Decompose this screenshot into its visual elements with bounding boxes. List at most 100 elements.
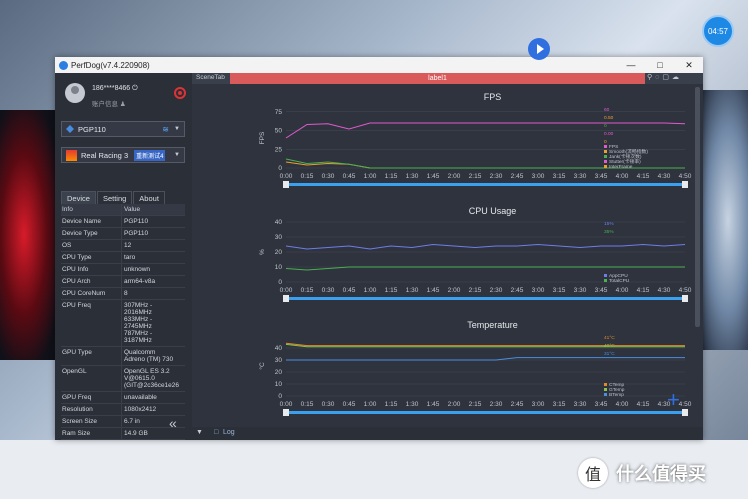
row-value: 12 xyxy=(124,242,132,249)
main-panel: SceneTab label1 ⚲◌▢☁ FPS FPS 0 25 50 75 0:00 0:… xyxy=(192,73,703,440)
x-tick-label: 0:15 xyxy=(301,173,314,180)
folder-icon[interactable]: ▢ xyxy=(662,74,672,81)
row-key: Ram Size xyxy=(61,428,122,439)
log-toggle-icon[interactable]: ▼ xyxy=(196,429,203,436)
x-tick-label: 3:15 xyxy=(553,173,566,180)
log-checkbox[interactable]: □ xyxy=(214,429,218,436)
tab-about[interactable]: About xyxy=(133,191,165,205)
slider-handle-left xyxy=(283,181,289,188)
x-tick-label: 2:30 xyxy=(490,173,503,180)
close-icon[interactable]: ✕ xyxy=(675,57,703,73)
tab-device[interactable]: Device xyxy=(61,191,96,205)
legend-value: 60 xyxy=(604,107,610,113)
row-key: CPU Info xyxy=(61,264,122,275)
row-key: GPU Freq xyxy=(61,392,122,403)
series-line xyxy=(285,342,685,347)
table-row: OS 12 xyxy=(61,240,185,252)
header-value: Value xyxy=(124,206,141,213)
legend-value: 15% xyxy=(604,221,614,227)
slider-handle-right xyxy=(682,181,688,188)
y-tick-label: 75 xyxy=(275,109,283,116)
device-select[interactable]: PGP110 ≋ ▼ xyxy=(61,121,185,137)
user-name: 186****8466 ⏻ xyxy=(92,85,138,92)
avatar[interactable] xyxy=(65,83,85,103)
log-label: Log xyxy=(223,429,235,436)
power-icon[interactable]: ⏻ xyxy=(132,85,138,92)
y-tick-label: 30 xyxy=(275,357,283,364)
row-value: PGP110 xyxy=(124,218,149,225)
row-value: OpenGL ES 3.2 V@0615.0 (GIT@2c36ce1e26 xyxy=(124,368,180,389)
table-row: Resolution 1080x2412 xyxy=(61,404,185,416)
x-tick-label: 4:00 xyxy=(616,287,629,294)
legend-value: 41°C xyxy=(604,335,615,341)
play-button[interactable] xyxy=(528,38,550,60)
legend-swatch xyxy=(604,155,607,158)
cloud-icon[interactable]: ☁ xyxy=(672,74,682,81)
record-button[interactable] xyxy=(174,87,186,99)
legend-value: 31°C xyxy=(604,351,615,357)
row-value: arm64-v8a xyxy=(124,278,156,285)
x-tick-label: 0:30 xyxy=(322,401,335,408)
device-info-table: Info Value Device Name PGP110 Device Type P… xyxy=(61,204,185,440)
location-icon[interactable]: ⚲ xyxy=(647,74,655,81)
perfdog-app-icon xyxy=(59,60,68,70)
charts-area: FPS FPS 0 25 50 75 0:00 0:15 0:30 0:45 1:00 1:15 1:3… xyxy=(258,92,692,416)
x-tick-label: 0:45 xyxy=(343,173,356,180)
x-tick-label: 3:30 xyxy=(574,401,587,408)
collapse-sidebar-icon[interactable]: « xyxy=(169,415,177,431)
chart-title: CPU Usage xyxy=(469,206,517,216)
x-tick-label: 0:30 xyxy=(322,173,335,180)
x-tick-label: 2:45 xyxy=(511,173,524,180)
label-bar[interactable]: label1 xyxy=(230,73,645,84)
slider-handle-right xyxy=(682,295,688,302)
table-row: OpenGL OpenGL ES 3.2 V@0615.0 (GIT@2c36ce… xyxy=(61,366,185,392)
y-tick-label: 25 xyxy=(275,146,283,153)
row-key: CPU CoreNum xyxy=(61,288,122,299)
x-tick-label: 0:15 xyxy=(301,401,314,408)
user-panel: 186****8466 ⏻ 账户信息 ♟ xyxy=(63,81,188,109)
table-row: CPU Info unknown xyxy=(61,264,185,276)
account-info[interactable]: 账户信息 ♟ xyxy=(92,98,126,108)
x-tick-label: 3:00 xyxy=(532,173,545,180)
y-tick-label: 10 xyxy=(275,381,283,388)
x-tick-label: 1:45 xyxy=(427,287,440,294)
x-tick-label: 4:00 xyxy=(616,173,629,180)
floating-clock[interactable]: 04:57 xyxy=(702,15,734,47)
legend-value: 35% xyxy=(604,229,614,235)
y-tick-label: 10 xyxy=(275,264,283,271)
time-range-slider xyxy=(286,183,685,186)
table-row: CPU Freq 307MHz - 2016MHz 633MHz - 2745MH… xyxy=(61,300,185,347)
chart-title: Temperature xyxy=(467,320,518,330)
maximize-icon[interactable]: □ xyxy=(646,57,674,73)
row-key: CPU Arch xyxy=(61,276,122,287)
tab-setting[interactable]: Setting xyxy=(96,191,133,205)
wifi-icon[interactable]: ≋ xyxy=(162,125,169,134)
y-axis-label: °C xyxy=(258,362,266,370)
x-tick-label: 0:00 xyxy=(280,287,293,294)
device-icon xyxy=(66,125,74,133)
app-select[interactable]: Real Racing 3 重新测试4 ▼ xyxy=(61,147,185,163)
minimize-icon[interactable]: — xyxy=(617,57,645,73)
x-tick-label: 1:00 xyxy=(364,401,377,408)
x-tick-label: 4:15 xyxy=(637,287,650,294)
row-value: 307MHz - 2016MHz 633MHz - 2745MHz 787MHz… xyxy=(124,302,153,344)
series-line xyxy=(285,243,686,250)
vertical-scrollbar[interactable] xyxy=(695,87,700,327)
test-tag: 重新测试4 xyxy=(134,149,166,161)
x-tick-label: 4:15 xyxy=(637,173,650,180)
y-tick-label: 0 xyxy=(278,165,282,172)
chart-title: FPS xyxy=(484,92,502,102)
x-tick-label: 3:30 xyxy=(574,287,587,294)
x-tick-label: 3:45 xyxy=(595,173,608,180)
watermark-logo: 值 xyxy=(578,458,608,488)
x-tick-label: 1:45 xyxy=(427,401,440,408)
scene-tab[interactable]: SceneTab xyxy=(196,74,225,81)
legend-entry: BTemp xyxy=(609,392,624,398)
user-settings-icon: ♟ xyxy=(119,101,126,108)
title-bar: PerfDog(v7.4.220908) — □ ✕ xyxy=(55,57,703,73)
y-tick-label: 40 xyxy=(275,345,283,352)
table-row: Device Name PGP110 xyxy=(61,216,185,228)
legend-swatch xyxy=(604,165,607,168)
add-chart-button[interactable]: + xyxy=(667,389,680,411)
watermark: 值 什么值得买 xyxy=(578,458,706,488)
